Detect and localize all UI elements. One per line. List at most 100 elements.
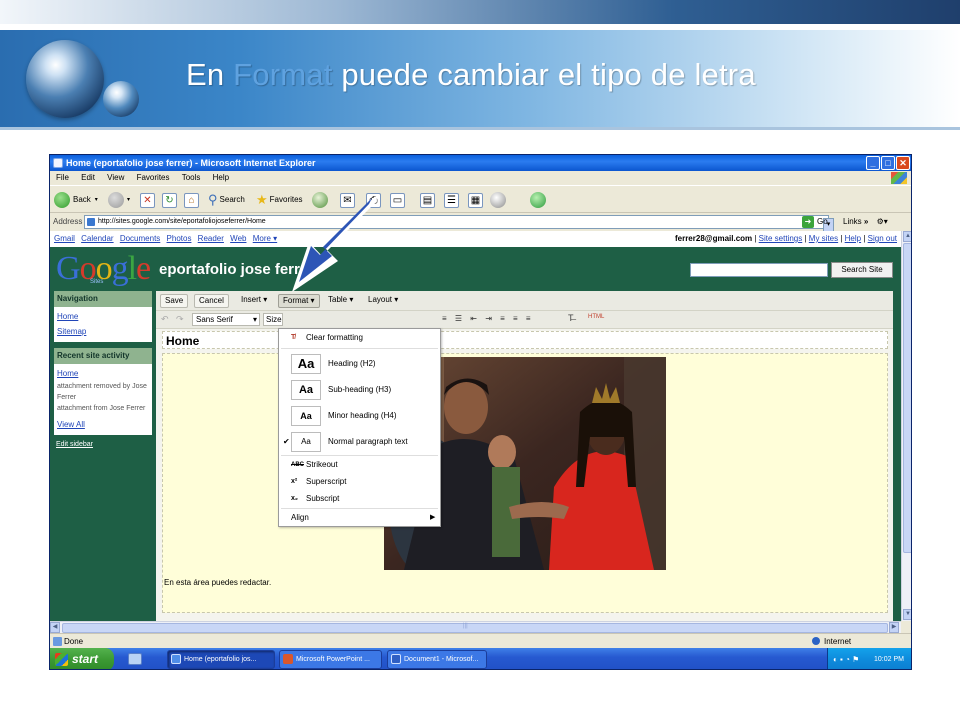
horizontal-scrollbar[interactable]: ◀ ▶ xyxy=(50,621,901,633)
gbar-calendar-link[interactable]: Calendar xyxy=(81,234,113,243)
edit-button[interactable]: ▭ xyxy=(390,191,405,209)
nav-home-link[interactable]: Home xyxy=(57,309,149,324)
scroll-down-icon[interactable]: ▼ xyxy=(903,609,911,620)
go-button[interactable]: ➜ Go xyxy=(802,215,828,229)
gbar-photos-link[interactable]: Photos xyxy=(167,234,192,243)
vertical-scroll-thumb[interactable] xyxy=(903,243,911,553)
insert-menu[interactable]: Insert ▾ xyxy=(237,294,271,308)
chat-button[interactable] xyxy=(490,191,509,209)
back-dropdown-icon: ▾ xyxy=(94,197,98,203)
refresh-button[interactable]: ↻ xyxy=(162,191,177,209)
window-titlebar[interactable]: Home (eportafolio jose ferrer) - Microso… xyxy=(50,155,911,171)
sign-out-link[interactable]: Sign out xyxy=(868,234,897,243)
back-arrow-icon xyxy=(54,192,70,208)
forward-button[interactable]: ▾ xyxy=(108,191,130,209)
search-button[interactable]: ⚲ Search xyxy=(208,191,245,209)
discuss-button[interactable]: ▦ xyxy=(468,191,483,209)
strikeout-icon: ABC xyxy=(291,462,304,468)
discuss-icon: ▦ xyxy=(468,192,483,208)
nav-sitemap-link[interactable]: Sitemap xyxy=(57,324,149,339)
site-settings-link[interactable]: Site settings xyxy=(759,234,803,243)
address-input[interactable]: http://sites.google.com/site/eportafolio… xyxy=(84,215,834,232)
edit-sidebar-link[interactable]: Edit sidebar xyxy=(56,441,152,448)
gbar-documents-link[interactable]: Documents xyxy=(120,234,160,243)
msn-button[interactable] xyxy=(530,191,549,209)
start-button[interactable]: start xyxy=(50,648,114,669)
html-button[interactable]: HTML xyxy=(588,314,604,320)
gbar-reader-link[interactable]: Reader xyxy=(198,234,224,243)
page-title-area[interactable]: Home xyxy=(162,331,888,349)
superscript-item[interactable]: x² Superscript xyxy=(279,473,440,491)
subscript-item[interactable]: x₂ Subscript xyxy=(279,490,440,508)
menu-file[interactable]: File xyxy=(56,171,69,185)
mail-button[interactable]: ✉ xyxy=(340,191,355,209)
scroll-left-icon[interactable]: ◀ xyxy=(50,622,60,633)
font-size-select[interactable]: Size xyxy=(263,313,283,326)
gbar-web-link[interactable]: Web xyxy=(230,234,246,243)
print-button[interactable]: ⎙ xyxy=(366,191,381,209)
search-site-button[interactable]: Search Site xyxy=(831,262,893,278)
undo-icon[interactable]: ↶ xyxy=(161,314,169,325)
back-button[interactable]: Back ▾ xyxy=(54,191,98,209)
vertical-scrollbar[interactable]: ▲ ▼ xyxy=(901,231,911,621)
save-button[interactable]: Save xyxy=(160,294,189,308)
tray-icons[interactable]: ◐ ▪ ◔ ⚑ xyxy=(833,648,859,669)
address-bar: Address http://sites.google.com/site/epo… xyxy=(50,213,911,232)
minimize-button[interactable]: _ xyxy=(866,156,880,170)
font-size-value: Size xyxy=(266,315,282,324)
content-editing-area[interactable]: En esta área puedes redactar. xyxy=(162,353,888,613)
checkmark-icon: ✔ xyxy=(283,437,290,446)
menu-help[interactable]: Help xyxy=(213,171,229,185)
help-link[interactable]: Help xyxy=(845,234,861,243)
my-sites-link[interactable]: My sites xyxy=(809,234,838,243)
horizontal-scroll-thumb[interactable] xyxy=(62,623,888,633)
subscript-label: Subscript xyxy=(306,494,340,503)
quicklaunch-desktop-icon[interactable] xyxy=(128,653,142,665)
gbar-more-link[interactable]: More ▾ xyxy=(253,234,277,243)
subheading-h3-item[interactable]: Aa Sub-heading (H3) xyxy=(279,378,440,402)
redo-icon[interactable]: ↷ xyxy=(176,314,184,325)
research-button[interactable]: ▤ xyxy=(420,191,435,209)
menu-view[interactable]: View xyxy=(107,171,124,185)
normal-paragraph-item[interactable]: ✔ Aa Normal paragraph text xyxy=(279,430,440,454)
search-icon: ⚲ xyxy=(208,192,218,207)
messenger-button[interactable]: ☰ xyxy=(444,191,459,209)
menu-favorites[interactable]: Favorites xyxy=(137,171,170,185)
activity-home-link[interactable]: Home xyxy=(57,366,149,381)
format-menu[interactable]: Format ▾ xyxy=(278,294,320,308)
site-search-input[interactable] xyxy=(690,263,828,277)
superscript-label: Superscript xyxy=(306,477,347,486)
remove-format-icon[interactable]: T̶ xyxy=(568,313,574,323)
taskbar-item-word[interactable]: Document1 - Microsof... xyxy=(387,650,487,669)
taskbar-item-powerpoint[interactable]: Microsoft PowerPoint ... xyxy=(279,650,382,669)
history-button[interactable] xyxy=(312,191,331,209)
menu-tools[interactable]: Tools xyxy=(182,171,201,185)
gbar-gmail-link[interactable]: Gmail xyxy=(54,234,75,243)
tools-gear-icon: ⚙▾ xyxy=(876,217,888,226)
stop-button[interactable]: ✕ xyxy=(140,191,155,209)
alignment-list-icons[interactable]: ≡ ☰ ⇤ ⇥ ≡ ≡ ≡ xyxy=(442,314,534,323)
font-family-select[interactable]: Sans Serif ▾ xyxy=(192,313,260,326)
strikeout-item[interactable]: ABC Strikeout xyxy=(279,456,440,474)
heading-h2-item[interactable]: Aa Heading (H2) xyxy=(279,352,440,376)
presentation-slide: En Format puede cambiar el tipo de letra… xyxy=(0,0,960,720)
clear-formatting-item[interactable]: T̸ Clear formatting xyxy=(279,329,440,347)
maximize-button[interactable]: □ xyxy=(881,156,895,170)
close-button[interactable]: ✕ xyxy=(896,156,910,170)
minor-heading-h4-item[interactable]: Aa Minor heading (H4) xyxy=(279,404,440,428)
cancel-button[interactable]: Cancel xyxy=(194,294,229,308)
scroll-right-icon[interactable]: ▶ xyxy=(889,622,899,633)
table-menu[interactable]: Table ▾ xyxy=(324,294,357,308)
home-button[interactable]: ⌂ xyxy=(184,191,199,209)
view-all-link[interactable]: View All xyxy=(57,417,149,432)
scroll-up-icon[interactable]: ▲ xyxy=(903,231,911,242)
links-button[interactable]: Links » ⚙▾ xyxy=(843,213,888,231)
align-item[interactable]: Align ▶ xyxy=(279,509,440,527)
navigation-heading: Navigation xyxy=(54,291,152,307)
favorites-button[interactable]: ★ Favorites xyxy=(256,191,303,209)
site-name[interactable]: eportafolio jose ferrer xyxy=(159,261,314,278)
menu-edit[interactable]: Edit xyxy=(81,171,95,185)
taskbar-item-ie[interactable]: Home (eportafolio jos... xyxy=(167,650,275,669)
sidebar: Navigation Home Sitemap Recent site acti… xyxy=(54,291,152,448)
layout-menu[interactable]: Layout ▾ xyxy=(364,294,402,308)
